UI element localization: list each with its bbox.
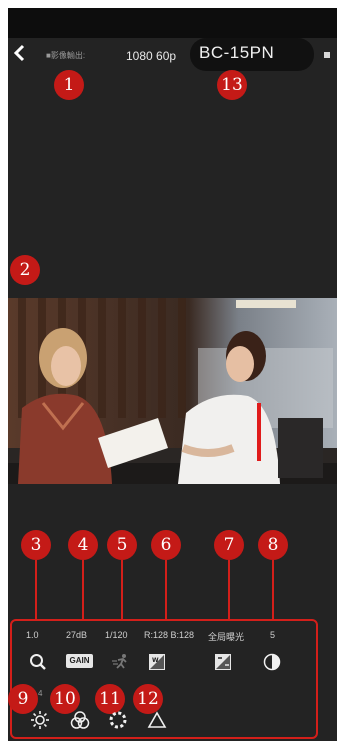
dotted-ring-icon[interactable] — [108, 710, 128, 730]
video-output-label: ■影像輸出: — [46, 51, 86, 60]
device-name: BC-15PN — [199, 43, 275, 62]
menu-square-icon[interactable] — [324, 52, 330, 58]
brightness-sun-icon[interactable] — [30, 710, 50, 730]
connector-line-4 — [82, 560, 84, 620]
white-balance-icon[interactable]: W — [148, 653, 166, 671]
exposure-value: 全局曝光 — [208, 632, 245, 642]
connector-line-3 — [35, 560, 37, 620]
shutter-motion-icon[interactable] — [111, 653, 131, 671]
zoom-icon[interactable] — [29, 653, 47, 671]
callout-badge-3: 3 — [21, 530, 51, 560]
contrast-value: 5 — [270, 630, 276, 640]
gain-icon-label: GAIN — [69, 656, 90, 665]
connector-line-7 — [228, 560, 230, 620]
resolution-value[interactable]: 1080 60p — [126, 49, 176, 63]
callout-badge-4: 4 — [68, 530, 98, 560]
contrast-icon[interactable] — [263, 653, 281, 671]
exposure-icon[interactable] — [214, 653, 232, 671]
back-arrow-icon[interactable] — [12, 43, 28, 63]
connector-line-8 — [272, 560, 274, 620]
brightness-value: 4 — [38, 689, 43, 698]
zoom-value: 1.0 — [26, 630, 39, 640]
triangle-icon[interactable] — [147, 711, 167, 729]
color-circles-icon[interactable] — [69, 710, 91, 730]
shutter-value: 1/120 — [105, 630, 128, 640]
gain-icon[interactable]: GAIN — [66, 654, 93, 668]
callout-badge-8: 8 — [258, 530, 288, 560]
connector-line-5 — [121, 560, 123, 620]
callout-badge-2: 2 — [10, 255, 40, 285]
device-selector[interactable]: BC-15PN — [190, 38, 314, 71]
connector-line-6 — [165, 560, 167, 620]
callout-badge-12: 12 — [133, 684, 163, 714]
top-black-bar — [8, 8, 337, 38]
callout-badge-6: 6 — [151, 530, 181, 560]
gain-value: 27dB — [66, 630, 88, 640]
callout-badge-7: 7 — [214, 530, 244, 560]
camera-preview-image — [8, 298, 337, 484]
callout-badge-13: 13 — [217, 70, 247, 100]
callout-badge-5: 5 — [107, 530, 137, 560]
white-balance-value: R:128 B:128 — [144, 630, 195, 640]
callout-badge-1: 1 — [54, 70, 84, 100]
svg-text:W: W — [152, 657, 159, 664]
